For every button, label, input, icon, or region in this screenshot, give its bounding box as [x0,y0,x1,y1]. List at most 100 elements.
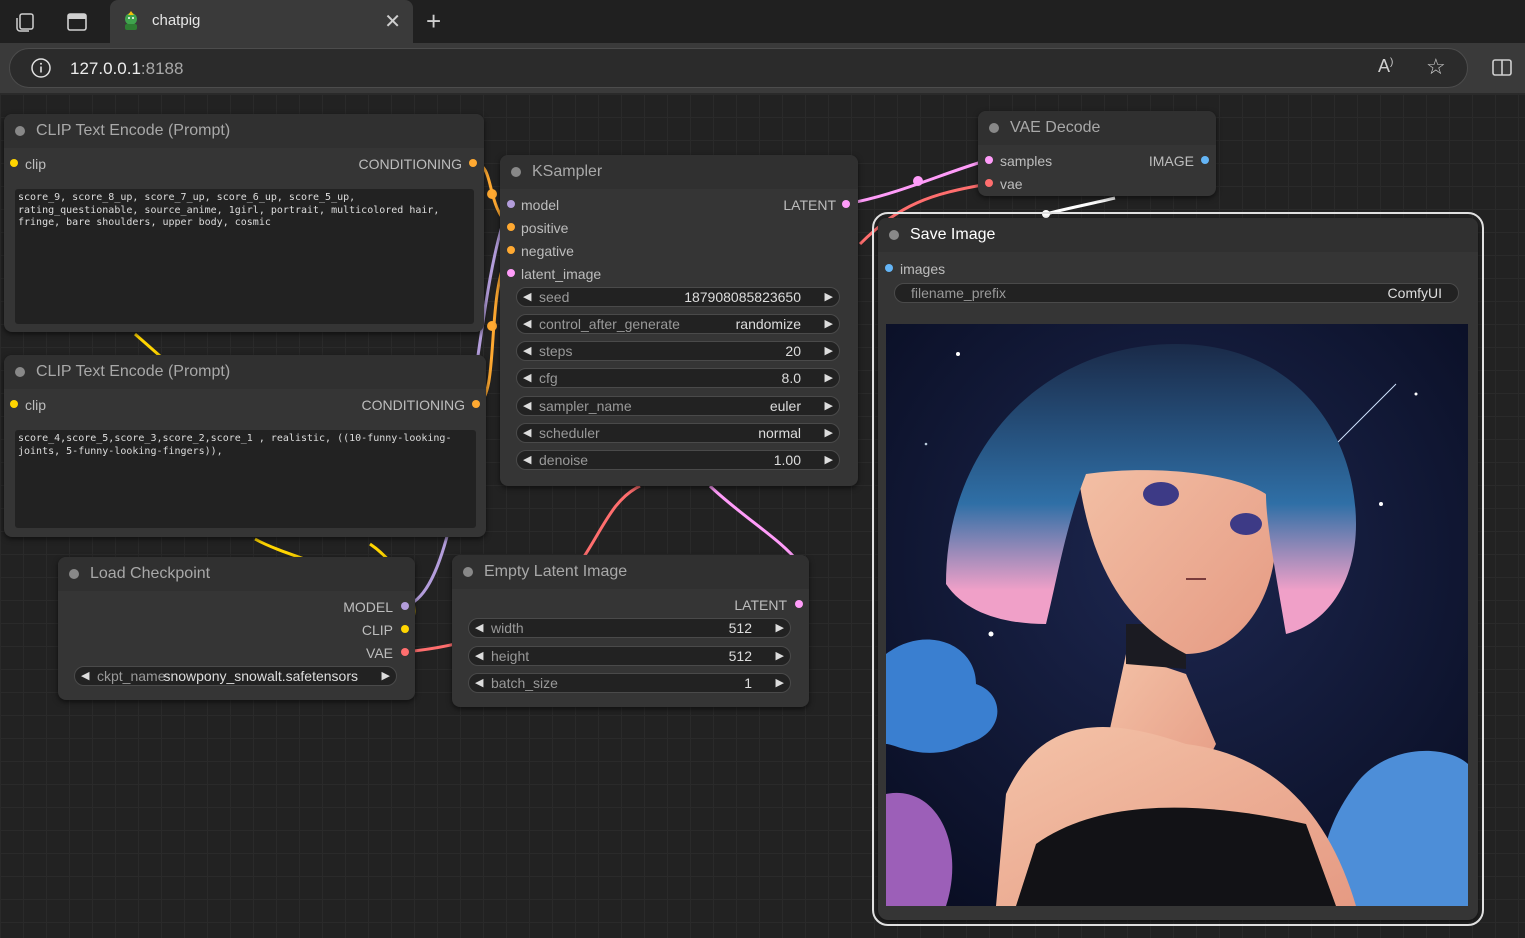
increment-arrow-icon[interactable]: ▶ [825,344,833,357]
split-screen-icon[interactable] [1490,57,1514,79]
decrement-arrow-icon[interactable]: ◀ [523,317,531,330]
clip-input-dot[interactable] [10,400,18,408]
collapse-dot[interactable] [511,167,521,177]
node-title-bar[interactable]: CLIP Text Encode (Prompt) [4,114,484,148]
node-title-bar[interactable]: VAE Decode [978,111,1216,145]
decrement-arrow-icon[interactable]: ◀ [523,426,531,439]
collapse-dot[interactable] [15,367,25,377]
conditioning-output-dot[interactable] [469,159,477,167]
increment-arrow-icon[interactable]: ▶ [825,317,833,330]
widget-value: 512 [728,620,752,636]
node-title-bar[interactable]: KSampler [500,155,858,189]
latent-output-label: LATENT [783,197,836,213]
node-title-bar[interactable]: Empty Latent Image [452,555,809,589]
favorite-star-icon[interactable]: ☆ [1426,54,1446,80]
height-widget[interactable]: ◀ height 512 ▶ [468,646,791,666]
decrement-arrow-icon[interactable]: ◀ [475,649,483,662]
output-image-preview[interactable] [886,324,1468,906]
increment-arrow-icon[interactable]: ▶ [825,453,833,466]
increment-arrow-icon[interactable]: ▶ [825,371,833,384]
tab-actions-icon[interactable] [65,10,89,34]
widget-label: scheduler [539,425,600,441]
decrement-arrow-icon[interactable]: ◀ [523,399,531,412]
read-aloud-icon[interactable]: A) [1378,56,1393,77]
prompt-textarea[interactable]: score_4,score_5,score_3,score_2,score_1 … [15,430,476,528]
collapse-dot[interactable] [15,126,25,136]
decrement-arrow-icon[interactable]: ◀ [523,371,531,384]
clip-output-dot[interactable] [401,625,409,633]
ckpt-name-widget[interactable]: ◀ ckpt_name snowpony_snowalt.safetensors ▶ [74,666,397,686]
collapse-dot[interactable] [989,123,999,133]
widget-value: 8.0 [781,370,801,386]
width-widget[interactable]: ◀ width 512 ▶ [468,618,791,638]
node-clip-text-encode-positive[interactable]: CLIP Text Encode (Prompt) clip CONDITION… [4,114,484,332]
widget-label: batch_size [491,675,558,691]
increment-arrow-icon[interactable]: ▶ [825,290,833,303]
widget-value: 1 [744,675,752,691]
clip-input-dot[interactable] [10,159,18,167]
site-info-icon[interactable] [30,57,52,79]
new-tab-icon[interactable]: + [426,6,441,37]
increment-arrow-icon[interactable]: ▶ [776,649,784,662]
control-after-generate-widget[interactable]: ◀ control_after_generate randomize ▶ [516,314,840,334]
vae-output-dot[interactable] [401,648,409,656]
node-title-bar[interactable]: Save Image [878,218,1478,252]
node-ksampler[interactable]: KSampler model LATENT positive negative … [500,155,858,486]
node-title-bar[interactable]: Load Checkpoint [58,557,415,591]
cfg-widget[interactable]: ◀ cfg 8.0 ▶ [516,368,840,388]
collapse-dot[interactable] [463,567,473,577]
node-load-checkpoint[interactable]: Load Checkpoint MODEL CLIP VAE ◀ ckpt_nam… [58,557,415,700]
node-title: Load Checkpoint [90,565,211,582]
images-input-dot[interactable] [885,264,893,272]
steps-widget[interactable]: ◀ steps 20 ▶ [516,341,840,361]
model-input-dot[interactable] [507,200,515,208]
sampler-name-widget[interactable]: ◀ sampler_name euler ▶ [516,396,840,416]
samples-input-label: samples [1000,153,1053,169]
increment-arrow-icon[interactable]: ▶ [776,676,784,689]
decrement-arrow-icon[interactable]: ◀ [475,676,483,689]
decrement-arrow-icon[interactable]: ◀ [81,669,89,682]
seed-widget[interactable]: ◀ seed 187908085823650 ▶ [516,287,840,307]
filename-prefix-widget[interactable]: filename_prefix ComfyUI [894,283,1459,303]
conditioning-output-label: CONDITIONING [361,397,465,413]
vae-output-label: VAE [366,645,393,661]
decrement-arrow-icon[interactable]: ◀ [523,290,531,303]
samples-input-dot[interactable] [985,156,993,164]
collapse-dot[interactable] [889,230,899,240]
node-vae-decode[interactable]: VAE Decode samples IMAGE vae [978,111,1216,196]
widget-value: 20 [785,343,801,359]
decrement-arrow-icon[interactable]: ◀ [475,621,483,634]
collapse-dot[interactable] [69,569,79,579]
increment-arrow-icon[interactable]: ▶ [776,621,784,634]
increment-arrow-icon[interactable]: ▶ [825,399,833,412]
widget-value: normal [758,425,801,441]
node-clip-text-encode-negative[interactable]: CLIP Text Encode (Prompt) clip CONDITION… [4,355,486,537]
node-title-bar[interactable]: CLIP Text Encode (Prompt) [4,355,486,389]
positive-input-dot[interactable] [507,223,515,231]
scheduler-widget[interactable]: ◀ scheduler normal ▶ [516,423,840,443]
model-output-dot[interactable] [401,602,409,610]
address-bar[interactable]: 127.0.0.1:8188 A) ☆ [9,48,1468,88]
latent-image-input-dot[interactable] [507,269,515,277]
prompt-textarea[interactable]: score_9, score_8_up, score_7_up, score_6… [15,189,474,324]
increment-arrow-icon[interactable]: ▶ [825,426,833,439]
node-empty-latent-image[interactable]: Empty Latent Image LATENT ◀ width 512 ▶ ◀ he… [452,555,809,707]
conditioning-output-dot[interactable] [472,400,480,408]
batch-size-widget[interactable]: ◀ batch_size 1 ▶ [468,673,791,693]
latent-output-dot[interactable] [842,200,850,208]
chatpig-favicon [120,10,142,32]
widget-label: filename_prefix [911,285,1006,301]
latent-output-dot[interactable] [795,600,803,608]
decrement-arrow-icon[interactable]: ◀ [523,453,531,466]
close-icon[interactable]: ✕ [384,9,401,34]
vae-input-dot[interactable] [985,179,993,187]
tab-chatpig[interactable]: chatpig ✕ [110,0,413,43]
workspaces-icon[interactable] [13,10,37,34]
decrement-arrow-icon[interactable]: ◀ [523,344,531,357]
negative-input-dot[interactable] [507,246,515,254]
widget-label: width [491,620,524,636]
image-output-dot[interactable] [1201,156,1209,164]
increment-arrow-icon[interactable]: ▶ [382,669,390,682]
widget-value: 512 [728,648,752,664]
denoise-widget[interactable]: ◀ denoise 1.00 ▶ [516,450,840,470]
